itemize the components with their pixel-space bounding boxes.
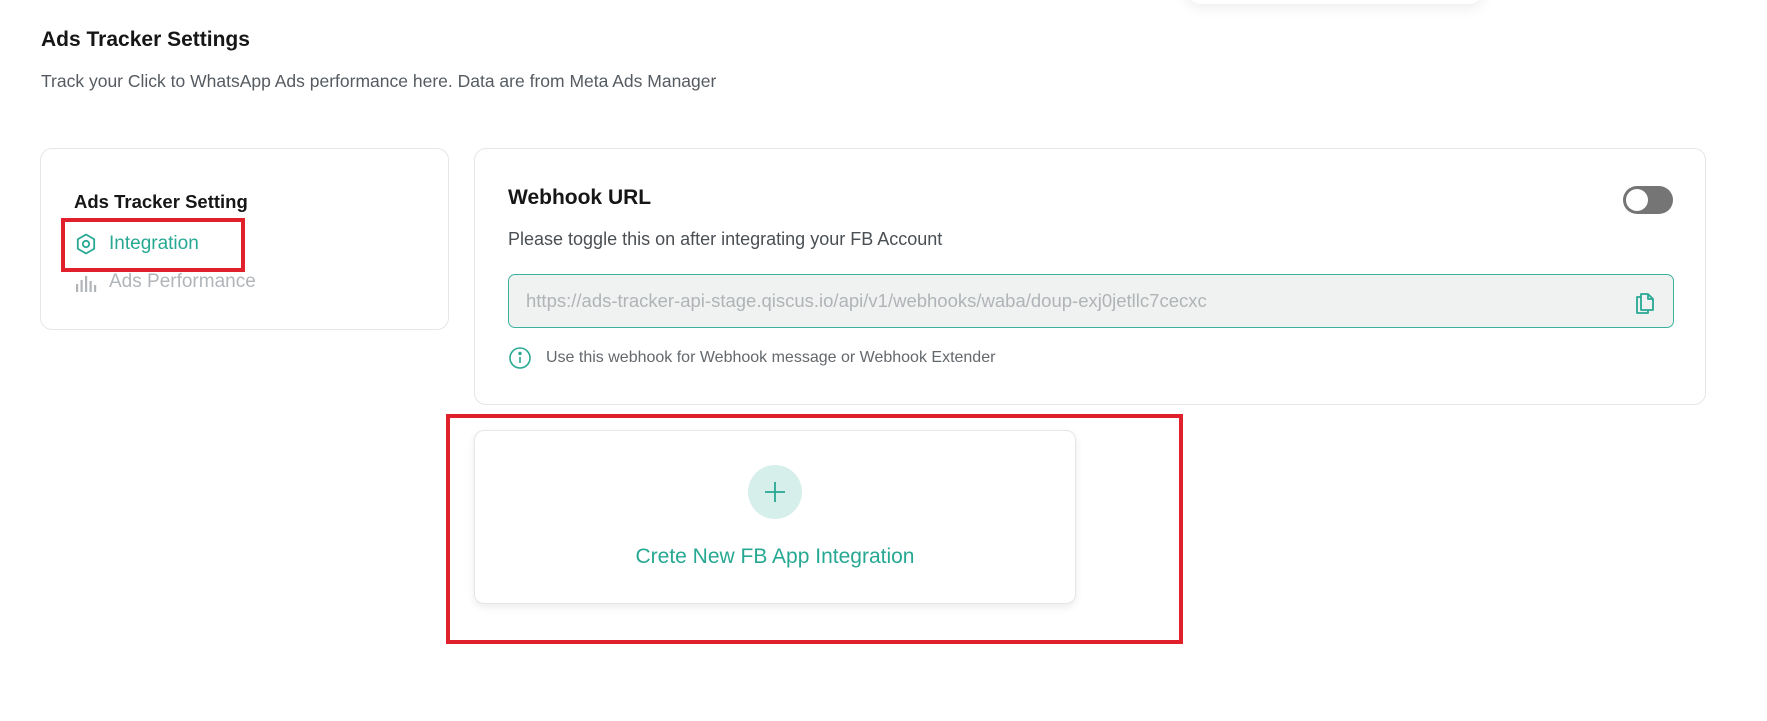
hexagon-gear-icon	[74, 232, 98, 256]
webhook-card: Webhook URL Please toggle this on after …	[474, 148, 1706, 405]
plus-icon	[748, 465, 802, 519]
create-integration-label: Crete New FB App Integration	[635, 545, 915, 568]
info-icon	[508, 346, 532, 370]
ads-tracker-settings-page: Ads Tracker Settings Track your Click to…	[0, 0, 1767, 721]
webhook-toggle[interactable]	[1623, 186, 1673, 214]
sidebar-heading: Ads Tracker Setting	[74, 191, 248, 212]
page-title: Ads Tracker Settings	[41, 28, 250, 51]
copy-icon[interactable]	[1633, 289, 1657, 315]
create-fb-app-integration-button[interactable]: Crete New FB App Integration	[474, 430, 1076, 604]
page-subtitle: Track your Click to WhatsApp Ads perform…	[41, 71, 717, 91]
sidebar-item-ads-performance[interactable]: Ads Performance	[74, 270, 256, 294]
webhook-url-input[interactable]	[526, 290, 1621, 312]
webhook-hint: Use this webhook for Webhook message or …	[508, 346, 995, 370]
toggle-knob	[1626, 189, 1648, 211]
sidebar-item-integration[interactable]: Integration	[74, 232, 199, 256]
top-floating-element	[1185, 0, 1485, 4]
hint-text: Use this webhook for Webhook message or …	[546, 349, 996, 366]
sidebar-item-label: Ads Performance	[109, 271, 256, 292]
settings-sidebar: Ads Tracker Setting Integration Ads Perf…	[40, 148, 449, 330]
webhook-url-field	[508, 274, 1674, 328]
webhook-title: Webhook URL	[508, 186, 652, 209]
bar-chart-icon	[74, 270, 98, 294]
webhook-description: Please toggle this on after integrating …	[508, 229, 943, 249]
sidebar-item-label: Integration	[109, 233, 199, 254]
